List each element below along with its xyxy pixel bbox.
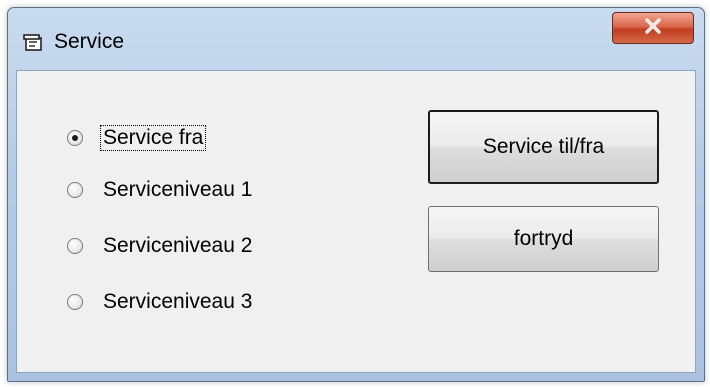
dialog-client-area: Service fra Serviceniveau 1 Servicenivea… <box>16 70 696 373</box>
radio-service-fra[interactable]: Service fra <box>67 123 207 153</box>
radio-serviceniveau-1[interactable]: Serviceniveau 1 <box>67 175 254 205</box>
window-app-icon[interactable] <box>23 33 45 53</box>
close-x-icon <box>643 17 663 39</box>
dialog-window: Service Service fra Serviceniveau 1 Serv… <box>7 7 705 382</box>
close-button[interactable] <box>612 12 694 44</box>
radio-serviceniveau-2[interactable]: Serviceniveau 2 <box>67 231 254 261</box>
radio-button-icon[interactable] <box>67 182 83 198</box>
radio-label[interactable]: Serviceniveau 3 <box>101 290 254 314</box>
radio-button-icon[interactable] <box>67 130 83 146</box>
radio-label[interactable]: Serviceniveau 2 <box>101 234 254 258</box>
cancel-button[interactable]: fortryd <box>428 206 659 272</box>
radio-label[interactable]: Service fra <box>99 125 207 151</box>
radio-serviceniveau-3[interactable]: Serviceniveau 3 <box>67 287 254 317</box>
radio-label[interactable]: Serviceniveau 1 <box>101 178 254 202</box>
window-title: Service <box>54 30 125 53</box>
radio-button-icon[interactable] <box>67 238 83 254</box>
radio-button-icon[interactable] <box>67 294 83 310</box>
title-bar[interactable]: Service <box>8 8 704 70</box>
service-toggle-button[interactable]: Service til/fra <box>428 110 659 184</box>
